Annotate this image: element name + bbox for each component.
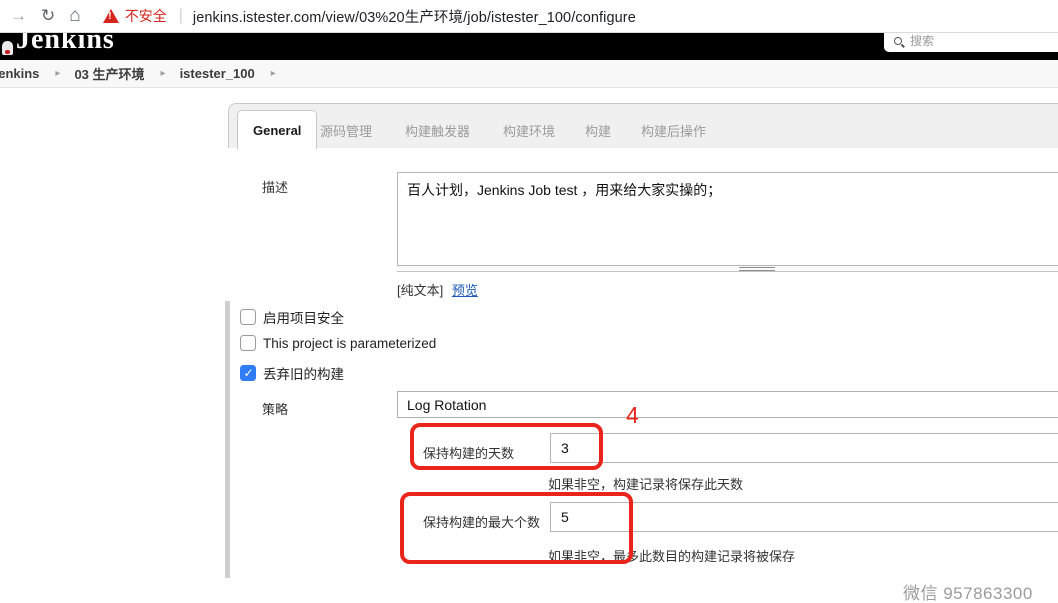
checkbox-unchecked-icon[interactable]: [240, 335, 256, 351]
checkbox-unchecked-icon[interactable]: [240, 309, 256, 325]
chevron-right-icon: ▸: [55, 68, 60, 79]
days-to-keep-input[interactable]: [550, 433, 1058, 463]
home-icon[interactable]: ⌂: [69, 5, 80, 27]
max-builds-label: 保持构建的最大个数: [423, 512, 540, 531]
checkbox-checked-icon[interactable]: [240, 365, 256, 381]
description-textarea[interactable]: 百人计划，Jenkins Job test ，用来给大家实操的；: [397, 172, 1058, 266]
checkbox-label: 启用项目安全: [263, 307, 344, 327]
security-warning-icon[interactable]: [103, 9, 119, 23]
checkbox-row-parameterized[interactable]: This project is parameterized: [240, 335, 436, 351]
watermark-text: 微信 957863300: [903, 579, 1033, 603]
security-warning-label[interactable]: 不安全: [125, 6, 167, 26]
preview-link[interactable]: 预览: [452, 283, 478, 298]
checkbox-label: 丢弃旧的构建: [263, 363, 344, 383]
jenkins-logo[interactable]: Jenkins: [16, 33, 115, 56]
strategy-label: 策略: [262, 399, 288, 418]
plaintext-mode-label: [纯文本]: [397, 283, 443, 298]
url-separator: |: [179, 7, 183, 25]
chevron-right-icon: ▸: [271, 68, 276, 79]
section-side-bar: [225, 301, 230, 578]
breadcrumb: Jenkins ▸ 03 生产环境 ▸ istester_100 ▸: [0, 60, 1058, 88]
forward-icon[interactable]: →: [10, 6, 27, 26]
browser-toolbar: → ↻ ⌂ 不安全 | jenkins.istester.com/view/03…: [0, 0, 1058, 33]
tab-source-code-management[interactable]: 源码管理: [320, 121, 372, 140]
jenkins-butler-icon: [2, 41, 13, 55]
textarea-resize-handle[interactable]: [397, 266, 1058, 272]
checkbox-row-discard-old-builds[interactable]: 丢弃旧的构建: [240, 363, 344, 383]
breadcrumb-item-job[interactable]: istester_100: [180, 66, 255, 81]
search-icon: [894, 37, 902, 45]
tab-build-triggers[interactable]: 构建触发器: [405, 121, 470, 140]
address-bar-url[interactable]: jenkins.istester.com/view/03%20生产环境/job/…: [193, 6, 636, 27]
jenkins-masthead: Jenkins 搜索: [0, 33, 1058, 60]
description-label: 描述: [262, 177, 288, 196]
max-builds-help: 如果非空，最多此数目的构建记录将被保存: [548, 546, 795, 565]
tab-build-environment[interactable]: 构建环境: [503, 121, 555, 140]
jenkins-configure-page: → ↻ ⌂ 不安全 | jenkins.istester.com/view/03…: [0, 0, 1058, 603]
reload-icon[interactable]: ↻: [41, 6, 55, 26]
search-placeholder: 搜索: [910, 33, 934, 49]
checkbox-row-enable-security[interactable]: 启用项目安全: [240, 307, 344, 327]
description-mode-line: [纯文本] 预览: [397, 280, 478, 299]
tab-general[interactable]: General: [237, 110, 317, 149]
resize-grip-icon: [739, 267, 775, 271]
search-inner: 搜索: [894, 33, 934, 49]
breadcrumb-item-jenkins[interactable]: Jenkins: [0, 66, 39, 81]
tab-post-build-actions[interactable]: 构建后操作: [641, 121, 706, 140]
tab-build[interactable]: 构建: [585, 121, 611, 140]
breadcrumb-item-view[interactable]: 03 生产环境: [74, 64, 144, 83]
checkbox-label: This project is parameterized: [263, 336, 436, 351]
days-to-keep-help: 如果非空，构建记录将保存此天数: [548, 474, 743, 493]
max-builds-input[interactable]: [550, 502, 1058, 532]
search-input[interactable]: 搜索: [884, 33, 1058, 52]
days-to-keep-label: 保持构建的天数: [423, 443, 514, 462]
annotation-step-number: 4: [626, 402, 639, 429]
chevron-right-icon: ▸: [161, 68, 166, 79]
strategy-select[interactable]: Log Rotation: [397, 391, 1058, 418]
